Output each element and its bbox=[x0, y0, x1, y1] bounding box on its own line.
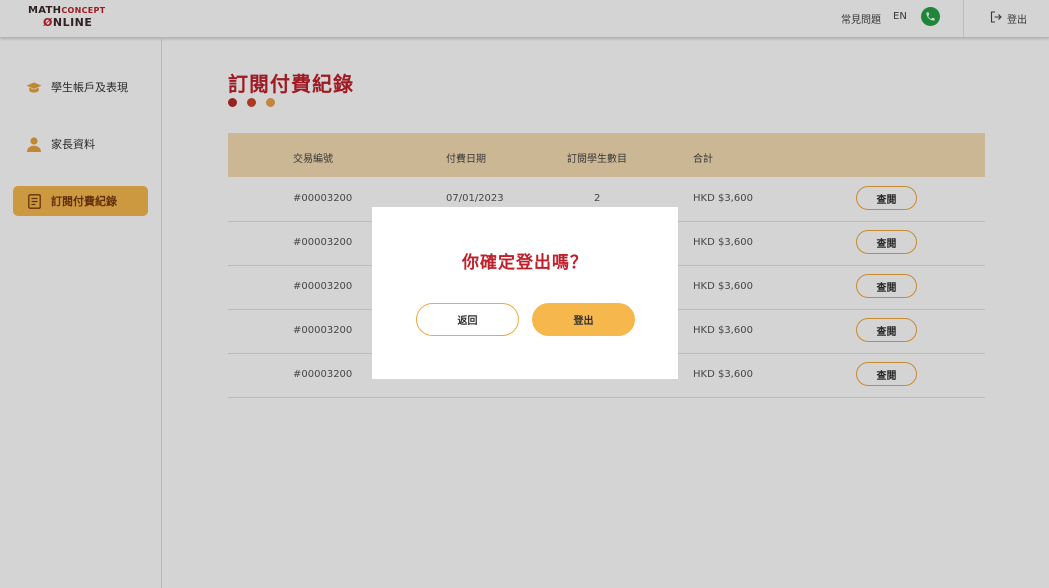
logout-confirm-dialog: 你確定登出嗎？ 返回 登出 bbox=[372, 207, 678, 379]
back-button[interactable]: 返回 bbox=[416, 303, 519, 336]
dialog-title: 你確定登出嗎？ bbox=[462, 253, 588, 273]
confirm-logout-button[interactable]: 登出 bbox=[532, 303, 635, 336]
